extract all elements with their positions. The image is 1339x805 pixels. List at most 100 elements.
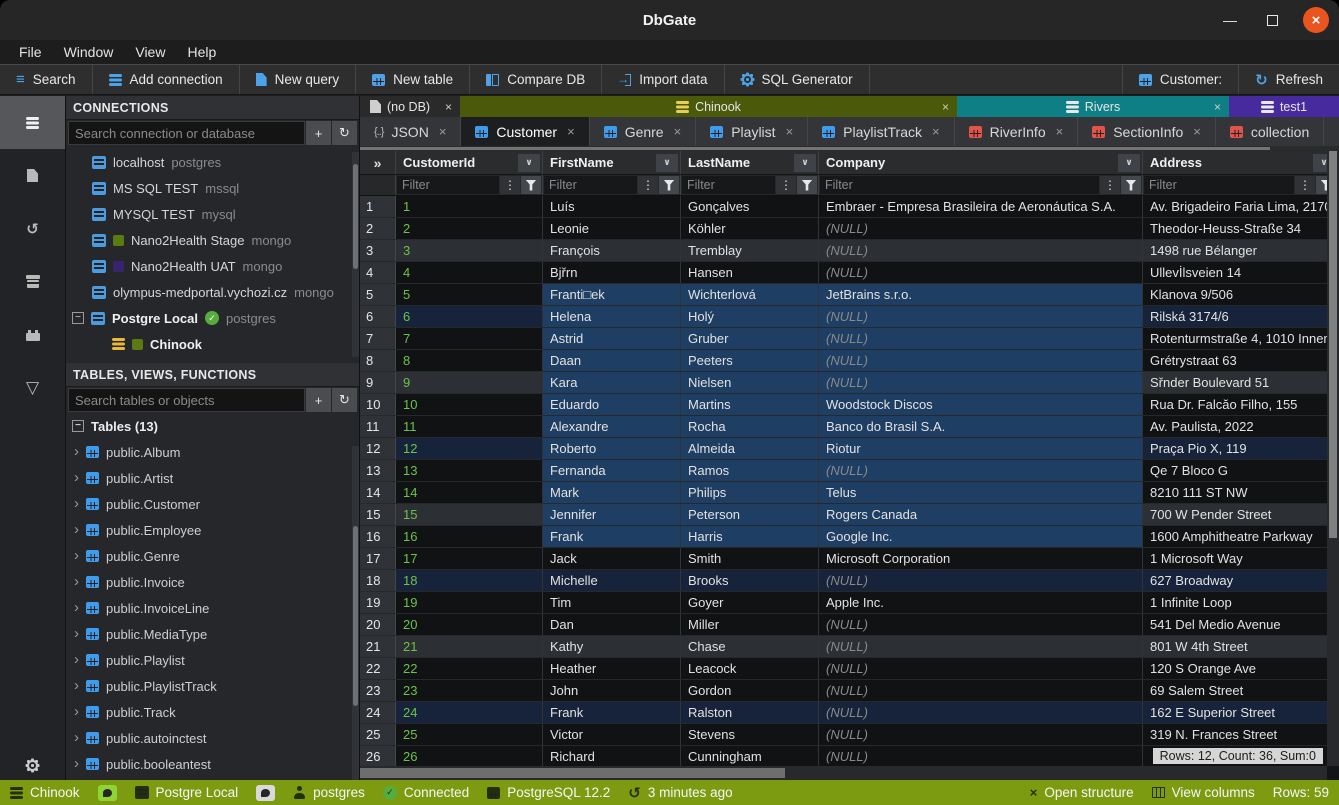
table-row[interactable]: 55Franti□ekWichterlováJetBrains s.r.o.Kl…: [360, 284, 1327, 306]
cell-address[interactable]: Klanova 9/506: [1143, 284, 1327, 305]
menu-item-window[interactable]: Window: [55, 42, 123, 62]
add-connection-mini-button[interactable]: +: [306, 121, 331, 145]
status-open-structure[interactable]: ×Open structure: [1030, 785, 1134, 800]
table-item[interactable]: ›public.Playlist: [66, 647, 359, 673]
table-item[interactable]: ›public.PlaylistTrack: [66, 673, 359, 699]
expand-all-button[interactable]: »: [360, 151, 396, 174]
cell-address[interactable]: Ullevİlsveien 14: [1143, 262, 1327, 283]
column-header-lastname[interactable]: LastName∨: [681, 151, 819, 174]
cell-lastname[interactable]: Gruber: [681, 328, 819, 349]
maximize-button[interactable]: [1261, 9, 1283, 31]
close-tab-icon[interactable]: ×: [445, 100, 452, 114]
chevron-right-icon[interactable]: ›: [74, 755, 79, 772]
cell-lastname[interactable]: Philips: [681, 482, 819, 503]
cell-company[interactable]: (NULL): [819, 680, 1143, 701]
close-tab-icon[interactable]: ×: [942, 100, 949, 114]
table-row[interactable]: 88DaanPeeters(NULL)Grétrystraat 63: [360, 350, 1327, 372]
close-tab-icon[interactable]: ×: [1056, 124, 1064, 139]
cell-customerid[interactable]: 10: [396, 394, 543, 415]
table-row[interactable]: 99KaraNielsen(NULL)Sřnder Boulevard 51: [360, 372, 1327, 394]
cell-customerid[interactable]: 21: [396, 636, 543, 657]
table-row[interactable]: 1515JenniferPetersonRogers Canada700 W P…: [360, 504, 1327, 526]
filter-input-company[interactable]: [820, 176, 1099, 194]
tab-customer[interactable]: Customer×: [461, 117, 589, 146]
menu-item-file[interactable]: File: [10, 42, 51, 62]
table-item[interactable]: ›public.booleantest: [66, 751, 359, 777]
cell-firstname[interactable]: Franti□ek: [543, 284, 681, 305]
cell-lastname[interactable]: Gordon: [681, 680, 819, 701]
column-dropdown-icon[interactable]: ∨: [794, 154, 816, 172]
rail-item-file[interactable]: [0, 149, 65, 202]
connection-item[interactable]: MS SQL TESTmssql: [66, 175, 359, 201]
table-item[interactable]: ›public.autoinctest: [66, 725, 359, 751]
cell-company[interactable]: (NULL): [819, 614, 1143, 635]
cell-address[interactable]: 627 Broadway: [1143, 570, 1327, 591]
chevron-right-icon[interactable]: ›: [74, 599, 79, 616]
cell-company[interactable]: (NULL): [819, 218, 1143, 239]
status-rows-59[interactable]: Rows: 59: [1273, 785, 1329, 800]
table-row[interactable]: 2424FrankRalston(NULL)162 E Superior Str…: [360, 702, 1327, 724]
cell-customerid[interactable]: 20: [396, 614, 543, 635]
cell-address[interactable]: Rilská 3174/6: [1143, 306, 1327, 327]
table-row[interactable]: 77AstridGruber(NULL)Rotenturmstraße 4, 1…: [360, 328, 1327, 350]
cell-company[interactable]: JetBrains s.r.o.: [819, 284, 1143, 305]
cell-lastname[interactable]: Tremblay: [681, 240, 819, 261]
table-row[interactable]: 2121KathyChase(NULL)801 W 4th Street: [360, 636, 1327, 658]
filter-menu-button[interactable]: ⋮: [1295, 176, 1315, 194]
collapse-icon[interactable]: −: [72, 312, 84, 324]
toolbar-button-add-connection[interactable]: Add connection: [93, 65, 240, 94]
menu-item-view[interactable]: View: [126, 42, 174, 62]
column-dropdown-icon[interactable]: ∨: [518, 154, 540, 172]
cell-company[interactable]: (NULL): [819, 460, 1143, 481]
toolbar-button-sql-generator[interactable]: SQL Generator: [725, 65, 870, 94]
cell-address[interactable]: 1600 Amphitheatre Parkway: [1143, 526, 1327, 547]
tab-json[interactable]: {..}JSON×: [360, 117, 461, 146]
cell-company[interactable]: Microsoft Corporation: [819, 548, 1143, 569]
cell-firstname[interactable]: Alexandre: [543, 416, 681, 437]
cell-firstname[interactable]: Bjřrn: [543, 262, 681, 283]
cell-customerid[interactable]: 4: [396, 262, 543, 283]
table-row[interactable]: 2020DanMiller(NULL)541 Del Medio Avenue: [360, 614, 1327, 636]
cell-address[interactable]: Rua Dr. Falcăo Filho, 155: [1143, 394, 1327, 415]
tables-search-input[interactable]: [68, 388, 305, 412]
table-item[interactable]: ›public.InvoiceLine: [66, 595, 359, 621]
filter-input-firstname[interactable]: [544, 176, 637, 194]
cell-customerid[interactable]: 13: [396, 460, 543, 481]
filter-input-lastname[interactable]: [682, 176, 775, 194]
cell-company[interactable]: Riotur: [819, 438, 1143, 459]
close-button[interactable]: ×: [1303, 7, 1329, 33]
minimize-button[interactable]: —: [1219, 9, 1241, 31]
cell-firstname[interactable]: Fernanda: [543, 460, 681, 481]
connection-item[interactable]: Chinook: [66, 331, 359, 357]
cell-address[interactable]: 8210 111 ST NW: [1143, 482, 1327, 503]
cell-lastname[interactable]: Chase: [681, 636, 819, 657]
cell-lastname[interactable]: Goyer: [681, 592, 819, 613]
filter-funnel-button[interactable]: [1121, 176, 1141, 194]
cell-address[interactable]: Theodor-Heuss-Straße 34: [1143, 218, 1327, 239]
column-header-customerid[interactable]: CustomerId∨: [396, 151, 543, 174]
toolbar-button-new-table[interactable]: New table: [356, 65, 470, 94]
cell-company[interactable]: Embraer - Empresa Brasileira de Aeronáut…: [819, 196, 1143, 217]
cell-lastname[interactable]: Ralston: [681, 702, 819, 723]
table-item[interactable]: ›public.Track: [66, 699, 359, 725]
status-3-minutes-ago[interactable]: ↺3 minutes ago: [628, 784, 732, 802]
cell-company[interactable]: Woodstock Discos: [819, 394, 1143, 415]
filter-funnel-button[interactable]: [659, 176, 679, 194]
cell-firstname[interactable]: Dan: [543, 614, 681, 635]
cell-customerid[interactable]: 14: [396, 482, 543, 503]
cell-company[interactable]: (NULL): [819, 306, 1143, 327]
chevron-right-icon[interactable]: ›: [74, 443, 79, 460]
table-item[interactable]: ›public.Invoice: [66, 569, 359, 595]
cell-address[interactable]: Sřnder Boulevard 51: [1143, 372, 1327, 393]
db-tab-test1[interactable]: test1: [1229, 96, 1339, 117]
cell-firstname[interactable]: Daan: [543, 350, 681, 371]
status-view-columns[interactable]: View columns: [1152, 785, 1255, 800]
close-tab-icon[interactable]: ×: [674, 124, 682, 139]
table-row[interactable]: 2323JohnGordon(NULL)69 Salem Street: [360, 680, 1327, 702]
collapse-icon[interactable]: −: [72, 420, 84, 432]
cell-firstname[interactable]: Richard: [543, 746, 681, 766]
table-row[interactable]: 2222HeatherLeacock(NULL)120 S Orange Ave: [360, 658, 1327, 680]
cell-firstname[interactable]: Michelle: [543, 570, 681, 591]
close-tab-icon[interactable]: ×: [567, 124, 575, 139]
chevron-right-icon[interactable]: ›: [74, 625, 79, 642]
